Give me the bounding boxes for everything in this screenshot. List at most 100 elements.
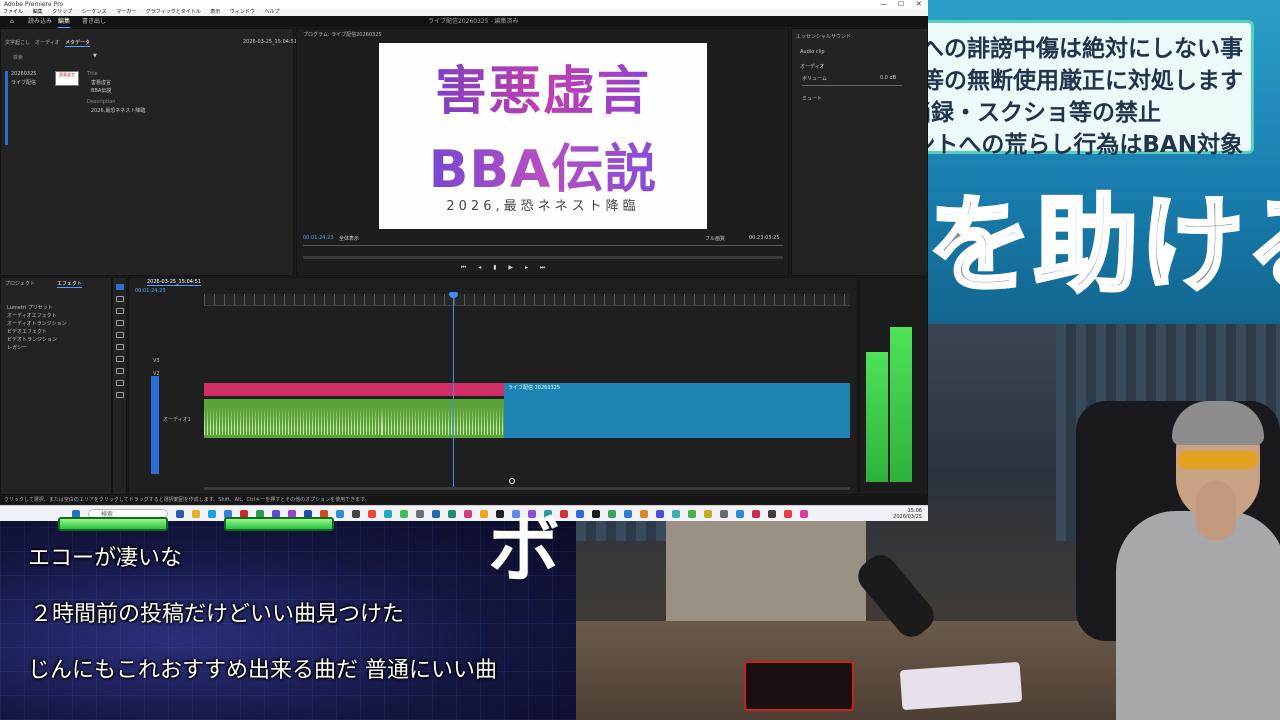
program-timecode[interactable]: 00:01:24:23: [303, 235, 334, 241]
clip-label: ライブ配信 20260325: [508, 385, 561, 391]
app-icon[interactable]: [576, 510, 584, 518]
volume-value[interactable]: 0.0 dB: [880, 75, 896, 81]
app-icon[interactable]: [592, 510, 600, 518]
app-icon[interactable]: [560, 510, 568, 518]
slip-tool-icon[interactable]: [116, 332, 124, 338]
track-label[interactable]: V3: [153, 358, 160, 364]
pen-tool-icon[interactable]: [116, 344, 124, 350]
field-value[interactable]: BBA伝説: [91, 87, 111, 94]
app-icon[interactable]: [480, 510, 488, 518]
program-header[interactable]: プログラム: ライブ配信20260325: [303, 31, 382, 38]
app-icon[interactable]: [720, 510, 728, 518]
menu-view[interactable]: 表示: [210, 9, 220, 15]
fit-dropdown[interactable]: 全体表示: [339, 235, 359, 242]
audio-clip[interactable]: [204, 399, 382, 438]
tab-project[interactable]: プロジェクト: [5, 280, 35, 287]
app-icon[interactable]: [400, 510, 408, 518]
playhead[interactable]: [453, 294, 454, 489]
app-icon[interactable]: [752, 510, 760, 518]
track-select-tool-icon[interactable]: [116, 296, 124, 302]
resolution-dropdown[interactable]: フル画質: [705, 235, 725, 242]
effects-folder[interactable]: レガシー: [7, 344, 27, 351]
video-clip[interactable]: ライブ配信 20260325: [504, 383, 850, 438]
app-icon[interactable]: [640, 510, 648, 518]
field-value[interactable]: 害悪虚言: [91, 79, 111, 86]
app-icon[interactable]: [688, 510, 696, 518]
effects-folder[interactable]: ビデオエフェクト: [7, 328, 47, 335]
transport-controls[interactable]: ⏮ ◂ ▮ ▶ ▸ ⏭: [461, 264, 550, 272]
zoom-tool-icon[interactable]: [116, 380, 124, 386]
premiere-window: Adobe Premiere Pro — ☐ ✕ ファイル 編集 クリップ シー…: [0, 0, 928, 521]
app-icon[interactable]: [784, 510, 792, 518]
browser-icon[interactable]: [208, 510, 216, 518]
window-title: Adobe Premiere Pro: [4, 1, 64, 8]
timeline-timecode[interactable]: 00:01:24:23: [135, 288, 166, 294]
clip-name[interactable]: 20260325: [11, 71, 36, 77]
track-targeting-bar[interactable]: [151, 376, 159, 474]
app-icon[interactable]: [368, 510, 376, 518]
app-icon[interactable]: [736, 510, 744, 518]
timeline-scrollbar[interactable]: [204, 487, 850, 490]
tab-export[interactable]: 書き出し: [82, 16, 106, 27]
field-value[interactable]: 2026,最恐ネネスト降臨: [91, 107, 145, 114]
volume-slider[interactable]: [802, 85, 902, 86]
app-icon[interactable]: [336, 510, 344, 518]
tab-transcript[interactable]: 文字起こし: [5, 39, 30, 46]
razor-tool-icon[interactable]: [116, 320, 124, 326]
home-icon[interactable]: ⌂: [10, 16, 14, 27]
app-icon[interactable]: [672, 510, 680, 518]
app-icon[interactable]: [416, 510, 424, 518]
app-icon[interactable]: [464, 510, 472, 518]
timeline-ruler[interactable]: [204, 294, 850, 306]
app-icon[interactable]: [432, 510, 440, 518]
close-button[interactable]: ✕: [916, 0, 922, 9]
app-icon[interactable]: [768, 510, 776, 518]
program-ruler[interactable]: [303, 245, 783, 249]
filter-icon[interactable]: ▼: [93, 53, 97, 59]
app-icon[interactable]: [352, 510, 360, 518]
search-input[interactable]: 検索: [13, 54, 23, 61]
menu-marker[interactable]: マーカー: [116, 9, 136, 15]
app-icon[interactable]: [176, 510, 184, 518]
overlay-glyph: ボ: [488, 508, 561, 592]
folder-icon[interactable]: [192, 510, 200, 518]
program-scrollbar[interactable]: [303, 256, 783, 259]
clip-thumbnail[interactable]: 害悪虚言: [55, 71, 79, 86]
effects-folder[interactable]: オーディオエフェクト: [7, 312, 57, 319]
tab-metadata[interactable]: メタデータ: [65, 39, 91, 47]
app-icon[interactable]: [624, 510, 632, 518]
menu-graphics[interactable]: グラフィックとタイトル: [146, 9, 201, 15]
app-icon[interactable]: [448, 510, 456, 518]
app-icon[interactable]: [656, 510, 664, 518]
tab-audio[interactable]: オーディオ: [35, 39, 60, 46]
app-icon[interactable]: [384, 510, 392, 518]
menu-sequence[interactable]: シーケンス: [82, 9, 107, 15]
ripple-edit-tool-icon[interactable]: [116, 308, 124, 314]
app-icon[interactable]: [608, 510, 616, 518]
menu-file[interactable]: ファイル: [3, 9, 23, 15]
effects-folder[interactable]: オーディオトランジション: [7, 320, 67, 327]
minimize-button[interactable]: —: [880, 0, 887, 9]
hand-tool-icon[interactable]: [116, 368, 124, 374]
essential-header[interactable]: エッセンシャルサウンド: [796, 33, 851, 40]
sequence-tab[interactable]: 2026-03-25_15:04:51: [147, 279, 202, 286]
app-icon[interactable]: [800, 510, 808, 518]
video-clip[interactable]: [204, 383, 504, 396]
chat-comment: じんにもこれおすすめ出来る曲だ 普通にいい曲: [28, 658, 497, 683]
maximize-button[interactable]: ☐: [898, 0, 904, 9]
selection-tool-icon[interactable]: [116, 284, 124, 290]
menu-edit[interactable]: 編集: [33, 9, 43, 15]
menu-window[interactable]: ウィンドウ: [230, 9, 255, 15]
rectangle-tool-icon[interactable]: [116, 356, 124, 362]
effects-folder[interactable]: Lumetri プリセット: [7, 304, 53, 311]
mute-label[interactable]: ミュート: [802, 95, 822, 102]
menu-help[interactable]: ヘルプ: [265, 9, 280, 15]
tab-effects[interactable]: エフェクト: [57, 280, 83, 288]
menu-clip[interactable]: クリップ: [52, 9, 72, 15]
effects-folder[interactable]: ビデオトランジション: [7, 336, 57, 343]
tab-edit[interactable]: 編集: [58, 16, 71, 28]
app-icon[interactable]: [704, 510, 712, 518]
type-tool-icon[interactable]: [116, 392, 124, 398]
audio-clip[interactable]: [382, 399, 504, 438]
tab-import[interactable]: 読み込み: [28, 16, 52, 27]
